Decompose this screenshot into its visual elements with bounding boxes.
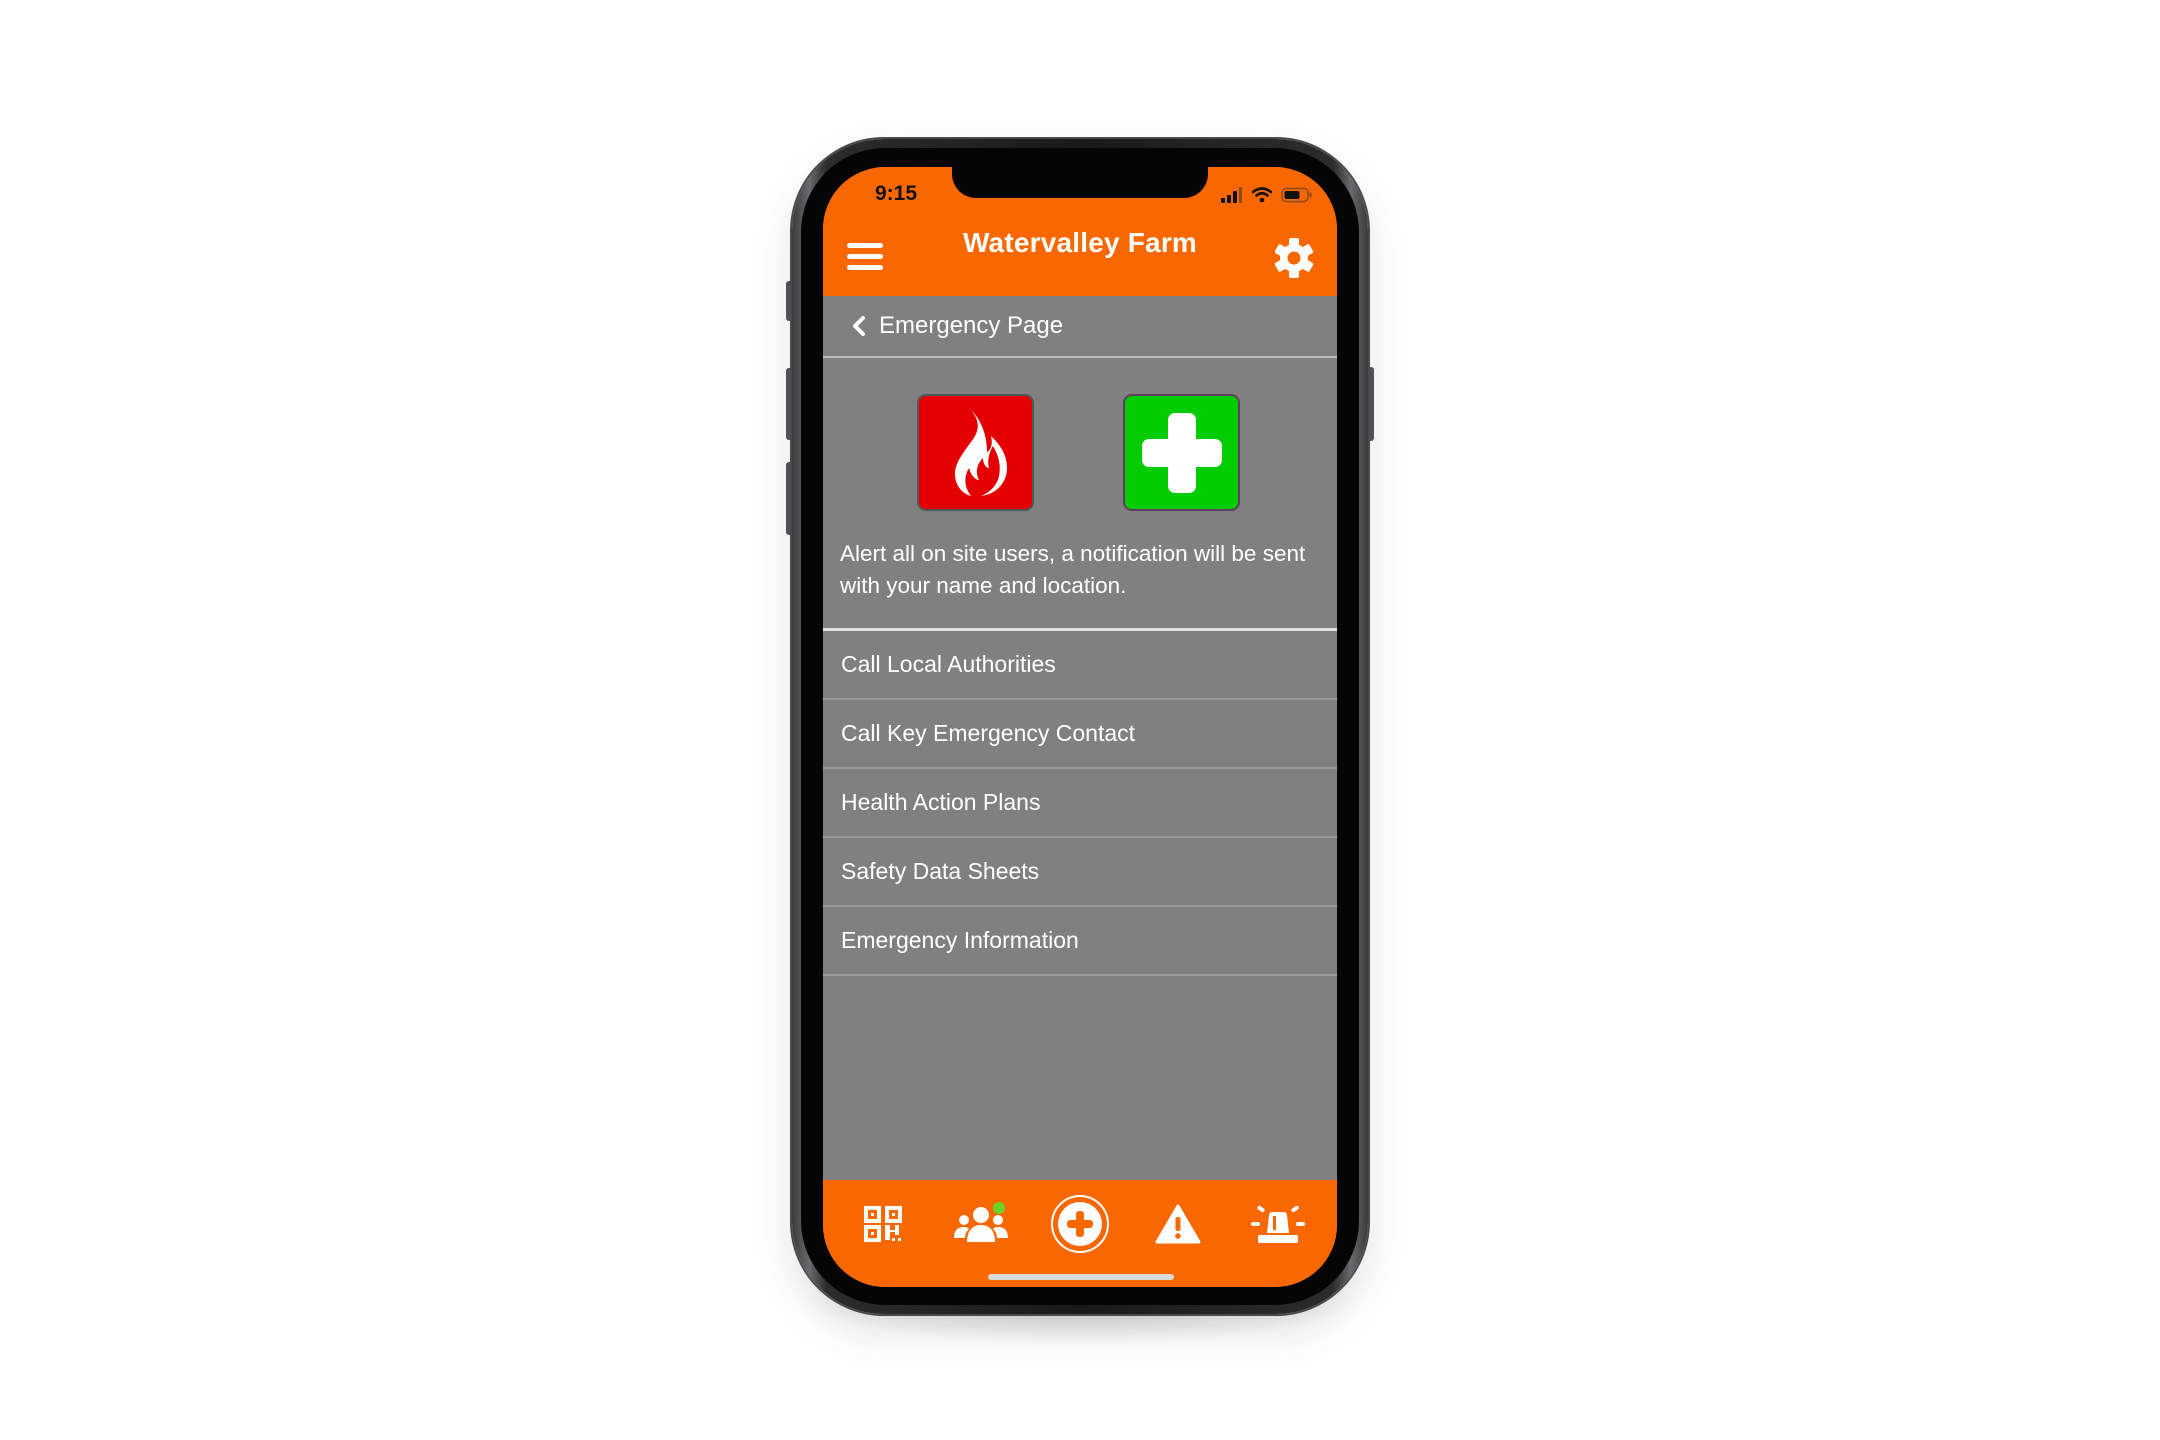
phone-notch bbox=[952, 160, 1208, 198]
siren-icon bbox=[1251, 1205, 1305, 1243]
status-icons bbox=[1221, 183, 1313, 207]
warning-triangle-icon bbox=[1155, 1204, 1201, 1244]
app-screen: 9:15 Watervalley Farm Emergency Page Ale… bbox=[823, 167, 1337, 1287]
emergency-menu-list: Call Local Authorities Call Key Emergenc… bbox=[823, 631, 1337, 976]
chevron-left-icon bbox=[853, 316, 865, 336]
menu-item-health-action-plans[interactable]: Health Action Plans bbox=[823, 769, 1337, 838]
qr-code-icon bbox=[864, 1206, 902, 1242]
menu-item-call-key-emergency-contact[interactable]: Call Key Emergency Contact bbox=[823, 700, 1337, 769]
status-time: 9:15 bbox=[875, 182, 918, 205]
medical-cross-icon bbox=[1141, 412, 1222, 493]
battery-icon bbox=[1281, 187, 1312, 203]
nav-alarms[interactable] bbox=[1250, 1194, 1306, 1254]
first-aid-alert-button[interactable] bbox=[1123, 394, 1240, 511]
settings-button[interactable] bbox=[1273, 237, 1315, 279]
menu-item-label: Call Key Emergency Contact bbox=[841, 720, 1136, 746]
users-group-icon bbox=[954, 1202, 1008, 1242]
alert-description: Alert all on site users, a notification … bbox=[840, 541, 1306, 598]
wifi-icon bbox=[1252, 187, 1272, 203]
menu-item-label: Call Local Authorities bbox=[841, 651, 1056, 677]
bottom-navigation bbox=[823, 1180, 1337, 1287]
fire-alert-button[interactable] bbox=[917, 394, 1034, 511]
page-title: Watervalley Farm bbox=[962, 227, 1198, 258]
power-button bbox=[1367, 367, 1374, 441]
menu-item-label: Safety Data Sheets bbox=[841, 858, 1040, 884]
home-indicator[interactable] bbox=[988, 1274, 1174, 1280]
flame-icon bbox=[954, 409, 1007, 496]
nav-users[interactable] bbox=[953, 1194, 1009, 1254]
nav-emergency[interactable] bbox=[1050, 1194, 1110, 1254]
breadcrumb-label: Emergency Page bbox=[879, 312, 1064, 339]
menu-item-call-local-authorities[interactable]: Call Local Authorities bbox=[823, 631, 1337, 700]
online-status-badge bbox=[993, 1202, 1005, 1214]
signal-icon bbox=[1221, 187, 1242, 203]
nav-hazards[interactable] bbox=[1155, 1194, 1201, 1254]
emergency-alert-section: Alert all on site users, a notification … bbox=[823, 358, 1337, 630]
menu-item-emergency-information[interactable]: Emergency Information bbox=[823, 907, 1337, 976]
nav-qr-scan[interactable] bbox=[863, 1194, 903, 1254]
menu-item-label: Emergency Information bbox=[841, 927, 1079, 953]
menu-item-label: Health Action Plans bbox=[841, 789, 1041, 815]
gear-icon bbox=[1274, 238, 1314, 278]
back-navigation[interactable]: Emergency Page bbox=[823, 296, 1337, 358]
menu-item-safety-data-sheets[interactable]: Safety Data Sheets bbox=[823, 838, 1337, 907]
plus-circle-icon bbox=[1051, 1195, 1109, 1253]
